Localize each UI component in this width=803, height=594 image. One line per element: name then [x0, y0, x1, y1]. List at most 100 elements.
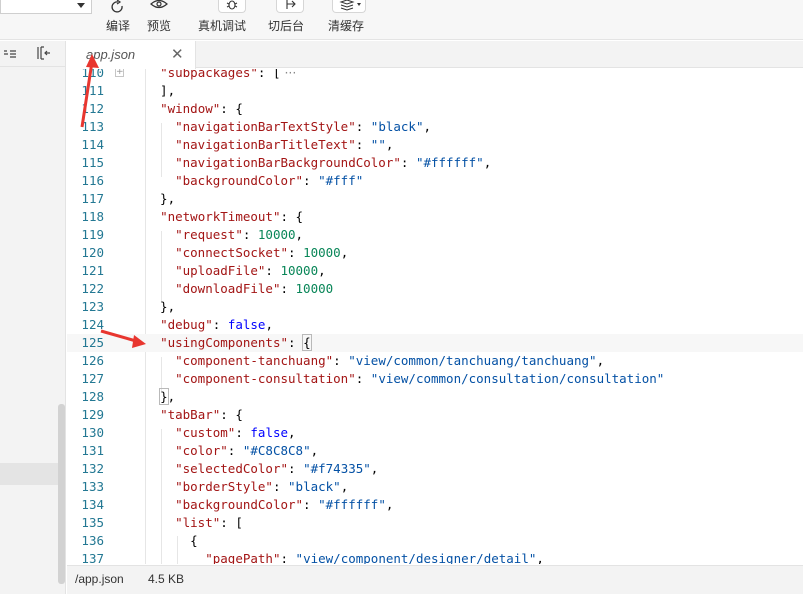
collapse-panel-icon[interactable] — [37, 46, 51, 65]
code-line[interactable]: 122 "downloadFile": 10000 — [67, 280, 803, 298]
code-line[interactable]: 135 "list": [ — [67, 514, 803, 532]
code-line[interactable]: 112 "window": { — [67, 100, 803, 118]
selected-file-row[interactable] — [0, 463, 58, 485]
code-line[interactable]: 130 "custom": false, — [67, 424, 803, 442]
code-line[interactable]: 134 "backgroundColor": "#ffffff", — [67, 496, 803, 514]
code-text: "connectSocket": 10000, — [175, 245, 349, 260]
code-text: "navigationBarTitleText": "", — [175, 137, 394, 152]
line-number: 121 — [81, 263, 104, 278]
code-text: "list": [ — [175, 515, 243, 530]
code-text: "subpackages": [ ··· — [145, 69, 296, 82]
line-number: 127 — [81, 371, 104, 386]
code-editor[interactable]: 110 + "subpackages": [ ··· 111 ], 112 "wind… — [67, 69, 803, 564]
code-text: "backgroundColor": "#fff" — [175, 173, 364, 188]
line-number: 130 — [81, 425, 104, 440]
code-line[interactable]: 113 "navigationBarTextStyle": "black", — [67, 118, 803, 136]
toolbar: 编译 预览 真机调试 切后台 清缓存 — [0, 0, 803, 40]
code-text: "borderStyle": "black", — [175, 479, 349, 494]
sort-icon[interactable] — [4, 47, 16, 65]
file-path: /app.json — [75, 572, 124, 586]
preview-button[interactable]: 预览 — [141, 0, 177, 40]
code-line[interactable]: 116 "backgroundColor": "#fff" — [67, 172, 803, 190]
line-number: 126 — [81, 353, 104, 368]
line-number: 133 — [81, 479, 104, 494]
explorer-header — [0, 41, 66, 67]
line-number: 129 — [81, 407, 104, 422]
code-line[interactable]: 117 }, — [67, 190, 803, 208]
line-number: 110 — [81, 69, 104, 80]
refresh-icon — [101, 0, 135, 15]
fold-expand-icon[interactable]: + — [115, 69, 124, 77]
code-line[interactable]: 136 { — [67, 532, 803, 550]
line-number: 114 — [81, 137, 104, 152]
line-number: 136 — [81, 533, 104, 548]
bracket-match: { — [302, 334, 312, 351]
editor-tabs: app.json ✕ — [67, 41, 803, 69]
code-line[interactable]: 127 "component-consultation": "view/comm… — [67, 370, 803, 388]
code-text: "uploadFile": 10000, — [175, 263, 326, 278]
compile-mode-select[interactable] — [0, 0, 92, 14]
code-text: "component-consultation": "view/common/c… — [175, 371, 665, 386]
line-number: 116 — [81, 173, 104, 188]
file-size: 4.5 KB — [148, 572, 185, 586]
code-text: "backgroundColor": "#ffffff", — [175, 497, 394, 512]
line-number: 131 — [81, 443, 104, 458]
code-line[interactable]: 110 + "subpackages": [ ··· — [67, 69, 803, 82]
code-line[interactable]: 111 ], — [67, 82, 803, 100]
code-line[interactable]: 126 "component-tanchuang": "view/common/… — [67, 352, 803, 370]
line-number: 113 — [81, 119, 104, 134]
close-icon[interactable]: ✕ — [171, 45, 184, 63]
code-line[interactable]: 123 }, — [67, 298, 803, 316]
line-number: 134 — [81, 497, 104, 512]
code-line[interactable]: 129 "tabBar": { — [67, 406, 803, 424]
code-text: "pagePath": "view/component/designer/det… — [205, 551, 544, 564]
code-text: ], — [145, 83, 176, 98]
code-text: "custom": false, — [175, 425, 296, 440]
file-explorer-panel — [0, 41, 66, 594]
clear-cache-button[interactable]: 清缓存 — [326, 0, 366, 40]
code-text: "color": "#C8C8C8", — [175, 443, 319, 458]
switch-background-icon — [269, 0, 304, 15]
chevron-down-icon — [77, 3, 85, 8]
code-line[interactable]: 125 "usingComponents": { — [67, 334, 803, 352]
remote-debug-button[interactable]: 真机调试 — [195, 0, 249, 40]
code-text: "downloadFile": 10000 — [175, 281, 334, 296]
code-line[interactable]: 137 "pagePath": "view/component/designer… — [67, 550, 803, 564]
code-line[interactable]: 132 "selectedColor": "#f74335", — [67, 460, 803, 478]
switch-background-button[interactable]: 切后台 — [265, 0, 307, 40]
status-bar: /app.json 4.5 KB — [67, 565, 803, 594]
line-number: 132 — [81, 461, 104, 476]
line-number: 128 — [81, 389, 104, 404]
line-number: 120 — [81, 245, 104, 260]
code-line[interactable]: 119 "request": 10000, — [67, 226, 803, 244]
explorer-scrollbar[interactable] — [58, 404, 65, 584]
line-number: 137 — [81, 551, 104, 564]
code-line[interactable]: 118 "networkTimeout": { — [67, 208, 803, 226]
line-number: 124 — [81, 317, 104, 332]
code-line[interactable]: 114 "navigationBarTitleText": "", — [67, 136, 803, 154]
code-text: "navigationBarTextStyle": "black", — [175, 119, 432, 134]
tab-app-json[interactable]: app.json ✕ — [67, 41, 196, 69]
code-line[interactable]: 115 "navigationBarBackgroundColor": "#ff… — [67, 154, 803, 172]
line-number: 111 — [81, 83, 104, 98]
code-line[interactable]: 131 "color": "#C8C8C8", — [67, 442, 803, 460]
code-text: "tabBar": { — [160, 407, 243, 422]
code-line[interactable]: 133 "borderStyle": "black", — [67, 478, 803, 496]
compile-button[interactable]: 编译 — [100, 0, 136, 40]
code-line[interactable]: 120 "connectSocket": 10000, — [67, 244, 803, 262]
tab-label: app.json — [86, 47, 136, 62]
code-text: "request": 10000, — [175, 227, 304, 242]
code-text: "networkTimeout": { — [160, 209, 304, 224]
code-text: "component-tanchuang": "view/common/tanc… — [175, 353, 605, 368]
code-line[interactable]: 121 "uploadFile": 10000, — [67, 262, 803, 280]
line-number: 125 — [81, 335, 104, 350]
line-number: 115 — [81, 155, 104, 170]
code-text: "navigationBarBackgroundColor": "#ffffff… — [175, 155, 492, 170]
code-line[interactable]: 124 "debug": false, — [67, 316, 803, 334]
code-text: "window": { — [160, 101, 243, 116]
line-number: 122 — [81, 281, 104, 296]
line-number: 135 — [81, 515, 104, 530]
code-line[interactable]: 128 }, — [67, 388, 803, 406]
line-number: 117 — [81, 191, 104, 206]
code-text: { — [145, 533, 198, 548]
